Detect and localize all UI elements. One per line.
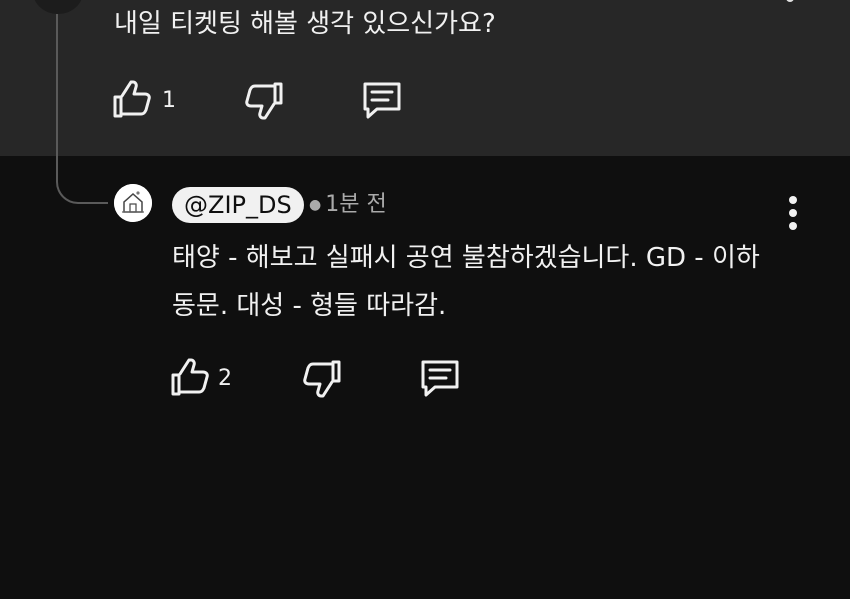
previous-comment: 내일 티켓팅 해볼 생각 있으신가요? 1	[0, 0, 850, 156]
thumbs-down-icon[interactable]	[244, 80, 286, 120]
comment-text: 내일 티켓팅 해볼 생각 있으신가요?	[114, 9, 496, 39]
like-count: 1	[162, 88, 176, 113]
author-handle[interactable]: @ZIP_DS	[172, 187, 304, 223]
comment-actions: 1	[110, 80, 410, 120]
timestamp: 1분 전	[325, 192, 387, 217]
thumbs-up-icon[interactable]	[110, 80, 152, 120]
commenter-avatar[interactable]	[33, 0, 83, 14]
more-vertical-icon[interactable]	[786, 0, 794, 2]
reply-text: 태양 - 해보고 실패시 공연 불참하겠습니다. GD - 이하동문. 대성 -…	[172, 243, 760, 321]
separator-dot: ●	[309, 197, 322, 213]
comment-meta: ● 1분 전	[309, 191, 387, 219]
thread-connector	[56, 14, 108, 204]
comment-icon[interactable]	[418, 358, 462, 398]
thumbs-up-icon[interactable]	[168, 358, 210, 398]
comment-icon[interactable]	[360, 80, 404, 120]
reply-avatar[interactable]	[114, 184, 152, 222]
thumbs-down-icon[interactable]	[302, 358, 344, 398]
house-logo-icon	[114, 184, 152, 222]
more-vertical-icon[interactable]	[782, 196, 804, 230]
reply-actions: 2	[168, 358, 468, 398]
like-count: 2	[218, 366, 232, 391]
